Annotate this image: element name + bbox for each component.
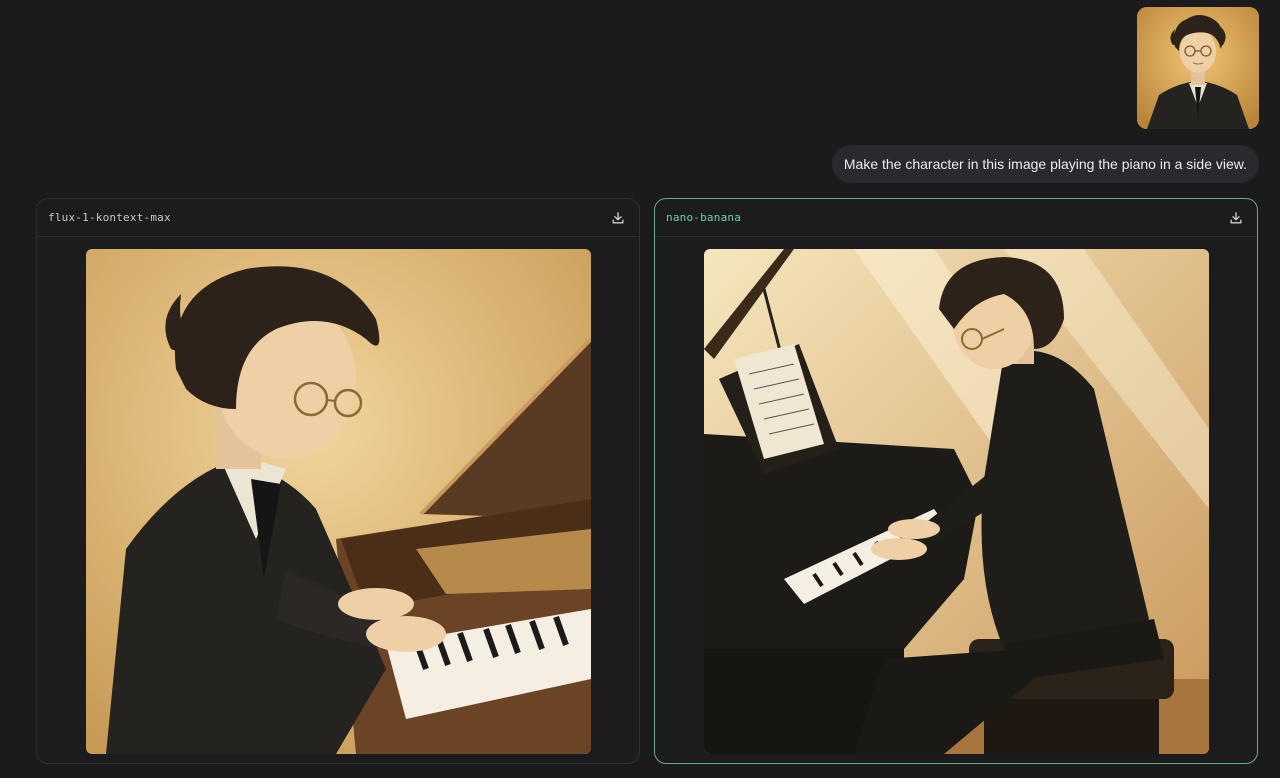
result-card-header: nano-banana (655, 199, 1257, 237)
generated-image[interactable] (704, 249, 1209, 754)
download-button[interactable] (1227, 209, 1245, 227)
result-card-nano-banana: nano-banana (654, 198, 1258, 764)
generated-image[interactable] (86, 249, 591, 754)
user-prompt-text: Make the character in this image playing… (843, 156, 1247, 172)
result-card-flux: flux-1-kontext-max (36, 198, 640, 764)
pianist-illustration (704, 249, 1209, 754)
download-icon (1230, 211, 1242, 223)
result-card-header: flux-1-kontext-max (37, 199, 639, 237)
download-button[interactable] (609, 209, 627, 227)
user-attachment-image[interactable] (1137, 7, 1259, 129)
model-name-label: flux-1-kontext-max (48, 211, 171, 224)
model-name-label: nano-banana (666, 211, 742, 224)
chat-page: Make the character in this image playing… (0, 0, 1280, 778)
portrait-illustration (1137, 7, 1259, 129)
user-prompt-bubble: Make the character in this image playing… (831, 145, 1259, 183)
pianist-illustration (86, 249, 591, 754)
download-icon (612, 211, 624, 223)
